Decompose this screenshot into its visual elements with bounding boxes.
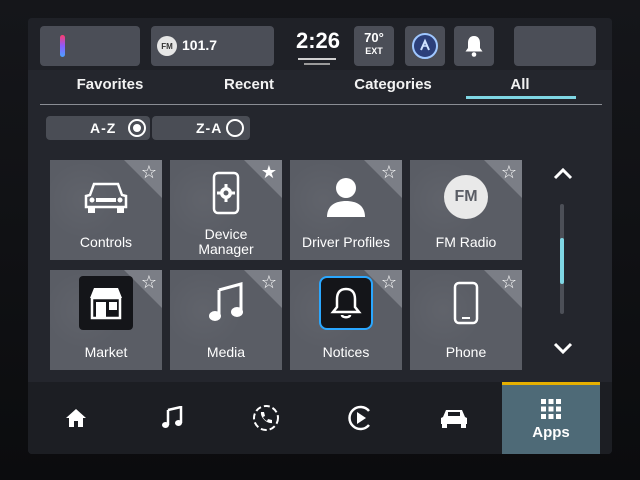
outside-temperature-label: EXT <box>365 46 383 56</box>
person-icon <box>327 178 365 217</box>
app-tile-market[interactable]: ☆ Market <box>50 270 162 370</box>
sort-az-label: A-Z <box>90 120 117 136</box>
status-right-button[interactable] <box>514 26 596 66</box>
sort-az-radio <box>128 119 146 137</box>
app-name: Controls <box>79 234 133 250</box>
sort-za-label: Z-A <box>196 120 223 136</box>
app-tile-driver-profiles[interactable]: ☆ Driver Profiles <box>290 160 402 260</box>
infotainment-screen: FM 101.7 2:26 70° EXT Favorites Recent C… <box>28 18 612 454</box>
sort-za-radio <box>226 119 244 137</box>
tab-recent[interactable]: Recent <box>194 76 304 93</box>
app-grid: ☆ Controls ★ Device Manager ☆ Driver Pro… <box>28 148 612 388</box>
siri-indicator-icon <box>60 35 65 57</box>
app-name: Market <box>84 344 128 360</box>
nav-navigation-button[interactable] <box>320 382 400 454</box>
scrollbar-track[interactable] <box>560 204 564 314</box>
fm-badge-icon: FM <box>157 36 177 56</box>
app-tile-device-manager[interactable]: ★ Device Manager <box>170 160 282 260</box>
scrollbar-thumb[interactable] <box>560 238 564 284</box>
app-name: Driver Profiles <box>302 234 390 250</box>
outside-temperature: 70° <box>364 30 384 45</box>
music-note-icon <box>209 282 243 321</box>
app-tabs: Favorites Recent Categories All <box>40 74 598 106</box>
notifications-button[interactable] <box>454 26 494 66</box>
clock-underline-short <box>304 63 330 65</box>
tab-favorites[interactable]: Favorites <box>55 76 165 93</box>
bell-icon <box>465 36 483 57</box>
scroll-up-button[interactable] <box>548 162 578 186</box>
nav-vehicle-button[interactable] <box>414 382 494 454</box>
nav-apps-label: Apps <box>532 424 570 441</box>
bottom-navigation: Apps <box>28 382 612 454</box>
app-tile-controls[interactable]: ☆ Controls <box>50 160 162 260</box>
app-name: Device Manager <box>170 227 282 257</box>
app-tile-media[interactable]: ☆ Media <box>170 270 282 370</box>
home-icon <box>66 409 86 427</box>
tab-categories[interactable]: Categories <box>338 76 448 93</box>
apps-grid-icon <box>541 399 561 419</box>
clock-underline <box>298 58 336 60</box>
bell-icon <box>330 287 362 319</box>
app-tile-fm-radio[interactable]: ☆ FM FM Radio <box>410 160 522 260</box>
navigation-icon <box>348 405 370 431</box>
sort-az-button[interactable]: A-Z <box>46 116 150 140</box>
phone-gear-icon <box>212 171 240 215</box>
voice-assistant-icon <box>412 33 438 59</box>
nav-media-button[interactable] <box>132 382 212 454</box>
app-name: Phone <box>445 344 487 360</box>
phone-icon <box>253 405 279 431</box>
music-note-icon <box>162 406 183 428</box>
temperature-button[interactable]: 70° EXT <box>354 26 394 66</box>
app-name: FM Radio <box>435 234 497 250</box>
app-tile-phone[interactable]: ☆ Phone <box>410 270 522 370</box>
nav-home-button[interactable] <box>36 382 116 454</box>
smartphone-icon <box>453 281 479 325</box>
app-name: Notices <box>322 344 370 360</box>
app-tile-notices[interactable]: ☆ Notices <box>290 270 402 370</box>
active-tab-indicator <box>466 96 576 99</box>
status-bar: FM 101.7 2:26 70° EXT <box>28 18 612 70</box>
vehicle-icon <box>441 410 467 428</box>
market-store-icon <box>90 288 122 320</box>
app-name: Media <box>206 344 246 360</box>
scroll-down-button[interactable] <box>548 336 578 360</box>
now-playing-radio-button[interactable]: FM 101.7 <box>151 26 274 66</box>
chevron-up-icon <box>553 167 573 180</box>
clock[interactable]: 2:26 <box>290 28 346 54</box>
tab-all[interactable]: All <box>465 76 575 93</box>
radio-frequency: 101.7 <box>182 37 218 53</box>
chevron-down-icon <box>553 342 573 355</box>
fm-radio-icon: FM <box>444 175 488 219</box>
car-front-icon <box>84 182 128 213</box>
nav-apps-button[interactable]: Apps <box>502 382 600 454</box>
display-bezel: FM 101.7 2:26 70° EXT Favorites Recent C… <box>0 0 640 480</box>
status-left-button[interactable] <box>40 26 140 66</box>
voice-assistant-button[interactable] <box>405 26 445 66</box>
nav-phone-button[interactable] <box>226 382 306 454</box>
app-name-text: Device Manager <box>198 226 254 257</box>
sort-za-button[interactable]: Z-A <box>152 116 250 140</box>
tab-divider <box>40 104 602 105</box>
